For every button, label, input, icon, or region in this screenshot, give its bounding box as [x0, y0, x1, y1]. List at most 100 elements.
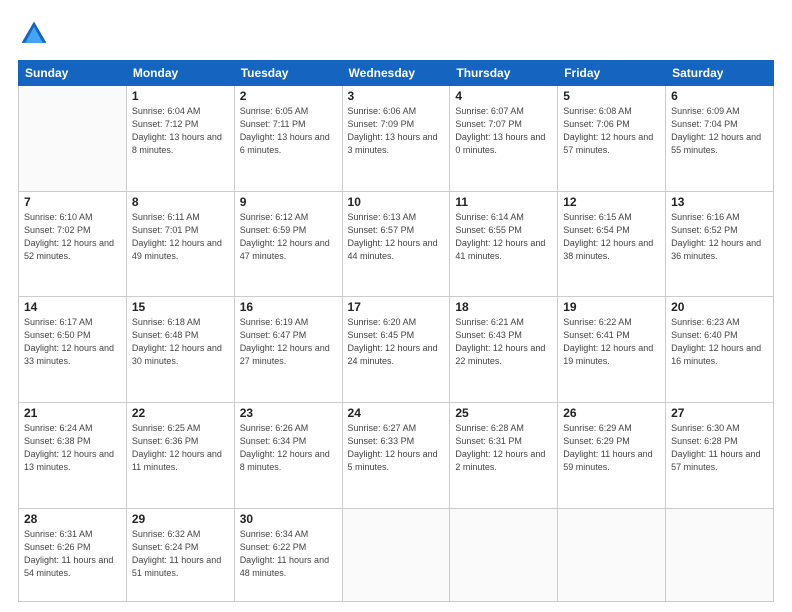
weekday-header: Saturday [666, 61, 774, 86]
day-number: 14 [24, 300, 121, 314]
calendar-week-row: 1 Sunrise: 6:04 AMSunset: 7:12 PMDayligh… [19, 86, 774, 192]
day-number: 27 [671, 406, 768, 420]
day-number: 30 [240, 512, 337, 526]
weekday-header: Thursday [450, 61, 558, 86]
day-number: 20 [671, 300, 768, 314]
calendar-cell: 24 Sunrise: 6:27 AMSunset: 6:33 PMDaylig… [342, 402, 450, 508]
calendar-cell: 27 Sunrise: 6:30 AMSunset: 6:28 PMDaylig… [666, 402, 774, 508]
calendar-cell [342, 508, 450, 602]
calendar-cell: 12 Sunrise: 6:15 AMSunset: 6:54 PMDaylig… [558, 191, 666, 297]
day-info: Sunrise: 6:29 AMSunset: 6:29 PMDaylight:… [563, 422, 660, 474]
calendar-week-row: 28 Sunrise: 6:31 AMSunset: 6:26 PMDaylig… [19, 508, 774, 602]
day-info: Sunrise: 6:31 AMSunset: 6:26 PMDaylight:… [24, 528, 121, 580]
day-info: Sunrise: 6:08 AMSunset: 7:06 PMDaylight:… [563, 105, 660, 157]
calendar-cell [19, 86, 127, 192]
calendar-cell: 5 Sunrise: 6:08 AMSunset: 7:06 PMDayligh… [558, 86, 666, 192]
day-info: Sunrise: 6:28 AMSunset: 6:31 PMDaylight:… [455, 422, 552, 474]
day-info: Sunrise: 6:21 AMSunset: 6:43 PMDaylight:… [455, 316, 552, 368]
calendar-cell: 2 Sunrise: 6:05 AMSunset: 7:11 PMDayligh… [234, 86, 342, 192]
calendar-cell: 23 Sunrise: 6:26 AMSunset: 6:34 PMDaylig… [234, 402, 342, 508]
calendar-cell: 6 Sunrise: 6:09 AMSunset: 7:04 PMDayligh… [666, 86, 774, 192]
calendar-cell: 26 Sunrise: 6:29 AMSunset: 6:29 PMDaylig… [558, 402, 666, 508]
weekday-header: Wednesday [342, 61, 450, 86]
day-info: Sunrise: 6:34 AMSunset: 6:22 PMDaylight:… [240, 528, 337, 580]
calendar-cell: 13 Sunrise: 6:16 AMSunset: 6:52 PMDaylig… [666, 191, 774, 297]
calendar-cell: 28 Sunrise: 6:31 AMSunset: 6:26 PMDaylig… [19, 508, 127, 602]
day-number: 4 [455, 89, 552, 103]
calendar-cell: 1 Sunrise: 6:04 AMSunset: 7:12 PMDayligh… [126, 86, 234, 192]
calendar-cell [666, 508, 774, 602]
calendar-cell: 17 Sunrise: 6:20 AMSunset: 6:45 PMDaylig… [342, 297, 450, 403]
day-info: Sunrise: 6:26 AMSunset: 6:34 PMDaylight:… [240, 422, 337, 474]
calendar-cell: 30 Sunrise: 6:34 AMSunset: 6:22 PMDaylig… [234, 508, 342, 602]
day-info: Sunrise: 6:07 AMSunset: 7:07 PMDaylight:… [455, 105, 552, 157]
day-number: 7 [24, 195, 121, 209]
calendar-cell: 19 Sunrise: 6:22 AMSunset: 6:41 PMDaylig… [558, 297, 666, 403]
calendar-week-row: 7 Sunrise: 6:10 AMSunset: 7:02 PMDayligh… [19, 191, 774, 297]
calendar-cell: 29 Sunrise: 6:32 AMSunset: 6:24 PMDaylig… [126, 508, 234, 602]
calendar-cell: 11 Sunrise: 6:14 AMSunset: 6:55 PMDaylig… [450, 191, 558, 297]
weekday-header: Friday [558, 61, 666, 86]
day-info: Sunrise: 6:20 AMSunset: 6:45 PMDaylight:… [348, 316, 445, 368]
day-number: 2 [240, 89, 337, 103]
calendar-cell [450, 508, 558, 602]
day-number: 17 [348, 300, 445, 314]
day-number: 26 [563, 406, 660, 420]
day-info: Sunrise: 6:27 AMSunset: 6:33 PMDaylight:… [348, 422, 445, 474]
day-number: 19 [563, 300, 660, 314]
calendar-cell: 7 Sunrise: 6:10 AMSunset: 7:02 PMDayligh… [19, 191, 127, 297]
calendar-cell: 15 Sunrise: 6:18 AMSunset: 6:48 PMDaylig… [126, 297, 234, 403]
day-info: Sunrise: 6:19 AMSunset: 6:47 PMDaylight:… [240, 316, 337, 368]
day-info: Sunrise: 6:15 AMSunset: 6:54 PMDaylight:… [563, 211, 660, 263]
weekday-header: Monday [126, 61, 234, 86]
calendar-table: SundayMondayTuesdayWednesdayThursdayFrid… [18, 60, 774, 602]
day-info: Sunrise: 6:24 AMSunset: 6:38 PMDaylight:… [24, 422, 121, 474]
day-number: 11 [455, 195, 552, 209]
day-info: Sunrise: 6:12 AMSunset: 6:59 PMDaylight:… [240, 211, 337, 263]
calendar-week-row: 21 Sunrise: 6:24 AMSunset: 6:38 PMDaylig… [19, 402, 774, 508]
calendar-cell: 10 Sunrise: 6:13 AMSunset: 6:57 PMDaylig… [342, 191, 450, 297]
day-info: Sunrise: 6:17 AMSunset: 6:50 PMDaylight:… [24, 316, 121, 368]
day-info: Sunrise: 6:05 AMSunset: 7:11 PMDaylight:… [240, 105, 337, 157]
day-number: 5 [563, 89, 660, 103]
day-info: Sunrise: 6:30 AMSunset: 6:28 PMDaylight:… [671, 422, 768, 474]
day-info: Sunrise: 6:25 AMSunset: 6:36 PMDaylight:… [132, 422, 229, 474]
day-number: 10 [348, 195, 445, 209]
day-number: 8 [132, 195, 229, 209]
calendar-week-row: 14 Sunrise: 6:17 AMSunset: 6:50 PMDaylig… [19, 297, 774, 403]
day-info: Sunrise: 6:13 AMSunset: 6:57 PMDaylight:… [348, 211, 445, 263]
day-number: 6 [671, 89, 768, 103]
day-info: Sunrise: 6:32 AMSunset: 6:24 PMDaylight:… [132, 528, 229, 580]
calendar-cell: 20 Sunrise: 6:23 AMSunset: 6:40 PMDaylig… [666, 297, 774, 403]
calendar-cell: 16 Sunrise: 6:19 AMSunset: 6:47 PMDaylig… [234, 297, 342, 403]
calendar-cell: 25 Sunrise: 6:28 AMSunset: 6:31 PMDaylig… [450, 402, 558, 508]
header [18, 18, 774, 50]
logo-icon [18, 18, 50, 50]
day-number: 23 [240, 406, 337, 420]
logo [18, 18, 54, 50]
calendar-header-row: SundayMondayTuesdayWednesdayThursdayFrid… [19, 61, 774, 86]
day-info: Sunrise: 6:14 AMSunset: 6:55 PMDaylight:… [455, 211, 552, 263]
calendar-cell [558, 508, 666, 602]
day-info: Sunrise: 6:06 AMSunset: 7:09 PMDaylight:… [348, 105, 445, 157]
day-info: Sunrise: 6:16 AMSunset: 6:52 PMDaylight:… [671, 211, 768, 263]
weekday-header: Sunday [19, 61, 127, 86]
calendar-cell: 8 Sunrise: 6:11 AMSunset: 7:01 PMDayligh… [126, 191, 234, 297]
day-number: 25 [455, 406, 552, 420]
day-number: 21 [24, 406, 121, 420]
day-info: Sunrise: 6:18 AMSunset: 6:48 PMDaylight:… [132, 316, 229, 368]
page: SundayMondayTuesdayWednesdayThursdayFrid… [0, 0, 792, 612]
calendar-cell: 14 Sunrise: 6:17 AMSunset: 6:50 PMDaylig… [19, 297, 127, 403]
day-number: 1 [132, 89, 229, 103]
day-info: Sunrise: 6:04 AMSunset: 7:12 PMDaylight:… [132, 105, 229, 157]
day-number: 13 [671, 195, 768, 209]
day-info: Sunrise: 6:11 AMSunset: 7:01 PMDaylight:… [132, 211, 229, 263]
weekday-header: Tuesday [234, 61, 342, 86]
calendar-cell: 4 Sunrise: 6:07 AMSunset: 7:07 PMDayligh… [450, 86, 558, 192]
calendar-cell: 3 Sunrise: 6:06 AMSunset: 7:09 PMDayligh… [342, 86, 450, 192]
day-info: Sunrise: 6:22 AMSunset: 6:41 PMDaylight:… [563, 316, 660, 368]
day-number: 28 [24, 512, 121, 526]
day-info: Sunrise: 6:23 AMSunset: 6:40 PMDaylight:… [671, 316, 768, 368]
day-number: 9 [240, 195, 337, 209]
day-number: 18 [455, 300, 552, 314]
